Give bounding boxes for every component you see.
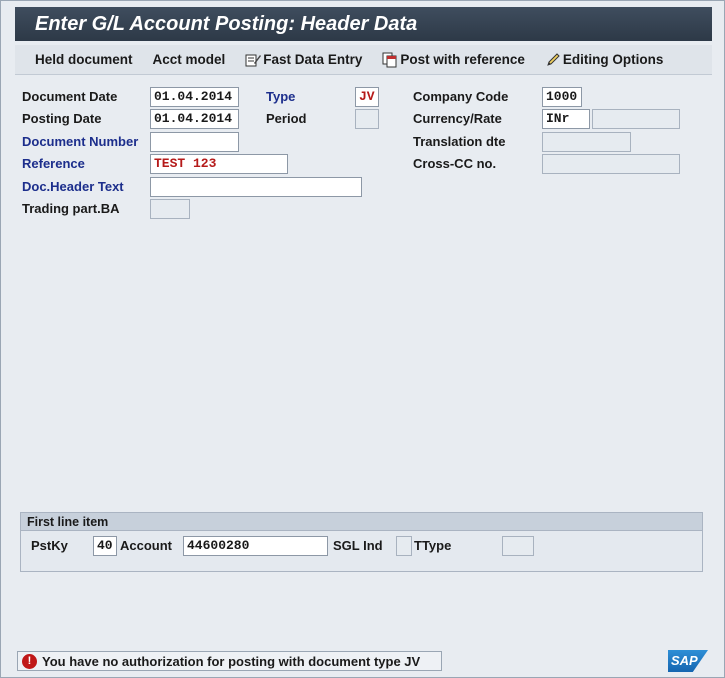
held-document-button[interactable]: Held document — [35, 52, 133, 67]
currency-rate-label: Currency/Rate — [413, 111, 502, 126]
translation-date-label: Translation dte — [413, 134, 506, 149]
sap-logo: SAP — [668, 650, 708, 672]
trading-part-ba-label: Trading part.BA — [22, 201, 120, 216]
editing-options-button[interactable]: Editing Options — [545, 52, 664, 68]
document-number-label: Document Number — [22, 134, 139, 149]
fast-data-entry-label: Fast Data Entry — [263, 52, 363, 67]
copy-document-icon — [382, 52, 398, 68]
posting-date-field[interactable]: 01.04.2014 — [150, 109, 239, 129]
sgl-ind-field[interactable] — [396, 536, 412, 556]
fast-data-entry-button[interactable]: Fast Data Entry — [245, 52, 362, 68]
posting-key-field[interactable]: 40 — [93, 536, 117, 556]
ttype-field[interactable] — [502, 536, 534, 556]
status-message-text: You have no authorization for posting wi… — [42, 653, 421, 669]
acct-model-label: Acct model — [152, 52, 226, 67]
document-type-field[interactable]: JV — [355, 87, 379, 107]
held-document-label: Held document — [35, 52, 133, 67]
reference-label: Reference — [22, 156, 85, 171]
document-date-field[interactable]: 01.04.2014 — [150, 87, 239, 107]
account-label: Account — [120, 538, 172, 553]
sap-window: Enter G/L Account Posting: Header Data H… — [0, 0, 725, 678]
first-line-item-group: First line item PstKy 40 Account 4460028… — [20, 512, 703, 572]
error-icon: ! — [22, 653, 37, 669]
status-message[interactable]: ! You have no authorization for posting … — [17, 651, 442, 671]
account-field[interactable]: 44600280 — [183, 536, 328, 556]
pencil-icon — [545, 52, 561, 68]
translation-date-field[interactable] — [542, 132, 631, 152]
fast-entry-icon — [245, 52, 262, 68]
header-data-area: Document Date 01.04.2014 Posting Date 01… — [15, 77, 712, 647]
post-with-reference-button[interactable]: Post with reference — [382, 52, 525, 68]
doc-header-text-field[interactable] — [150, 177, 362, 197]
posting-date-label: Posting Date — [22, 111, 102, 126]
post-with-reference-label: Post with reference — [400, 52, 525, 67]
doc-header-text-label: Doc.Header Text — [22, 179, 124, 194]
ttype-label: TType — [414, 538, 452, 553]
editing-options-label: Editing Options — [562, 52, 664, 67]
first-line-item-title: First line item — [21, 513, 702, 531]
cross-cc-no-field[interactable] — [542, 154, 680, 174]
acct-model-button[interactable]: Acct model — [153, 52, 226, 67]
company-code-label: Company Code — [413, 89, 509, 104]
currency-field[interactable]: INr — [542, 109, 590, 129]
sgl-ind-label: SGL Ind — [333, 538, 383, 553]
exchange-rate-field[interactable] — [592, 109, 680, 129]
page-title: Enter G/L Account Posting: Header Data — [15, 7, 712, 41]
trading-part-ba-field[interactable] — [150, 199, 190, 219]
status-bar: ! You have no authorization for posting … — [15, 649, 712, 673]
application-toolbar: Held document Acct model Fast Data Entry — [15, 45, 712, 75]
reference-field[interactable]: TEST 123 — [150, 154, 288, 174]
period-field[interactable] — [355, 109, 379, 129]
cross-cc-no-label: Cross-CC no. — [413, 156, 497, 171]
document-number-field[interactable] — [150, 132, 239, 152]
period-label: Period — [266, 111, 307, 126]
company-code-field[interactable]: 1000 — [542, 87, 582, 107]
document-date-label: Document Date — [22, 89, 118, 104]
pstky-label: PstKy — [31, 538, 68, 553]
type-label: Type — [266, 89, 296, 104]
